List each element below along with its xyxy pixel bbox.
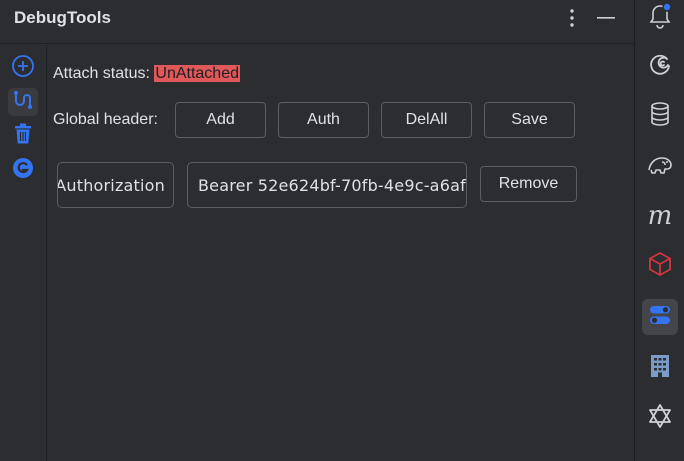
database-button[interactable] <box>642 98 678 134</box>
red-cube-tool-button[interactable] <box>642 248 678 284</box>
add-button[interactable] <box>8 54 38 82</box>
header-key-value: Authorization <box>57 176 165 195</box>
connect-button[interactable] <box>8 88 38 116</box>
delete-button[interactable] <box>8 122 38 150</box>
delete-all-button[interactable]: DelAll <box>381 102 472 138</box>
minimize-icon[interactable] <box>595 6 617 30</box>
attach-status-row: Attach status: UnAttached <box>53 65 240 83</box>
notifications-button[interactable] <box>642 0 678 36</box>
main-panel: Attach status: UnAttached Global header:… <box>48 45 633 461</box>
save-button[interactable]: Save <box>484 102 575 138</box>
connect-icon <box>12 89 34 116</box>
elephant-icon <box>646 152 674 181</box>
right-toolbar: m <box>634 0 684 461</box>
star-of-david-icon <box>647 403 673 434</box>
star-tool-button[interactable] <box>642 400 678 436</box>
elephant-tool-button[interactable] <box>642 148 678 184</box>
header-key-field[interactable]: Authorization <box>57 162 174 208</box>
swirl-tool-button[interactable] <box>642 48 678 84</box>
tool-window-title: DebugTools <box>14 8 111 27</box>
attach-status-badge: UnAttached <box>154 65 240 82</box>
m-tool-button[interactable]: m <box>642 198 678 234</box>
header-value-value: Bearer 52e624bf-70fb-4e9c-a6af <box>198 176 466 195</box>
header-value-field[interactable]: Bearer 52e624bf-70fb-4e9c-a6af <box>187 162 467 208</box>
debugtools-tool-button[interactable] <box>642 299 678 335</box>
debugtools-toggle-icon <box>648 303 672 332</box>
notifications-bell-icon <box>647 1 673 35</box>
database-icon <box>649 101 671 132</box>
swirl-icon <box>647 51 673 82</box>
add-header-button[interactable]: Add <box>175 102 266 138</box>
trash-icon <box>13 123 33 150</box>
github-icon <box>12 157 34 184</box>
global-header-label: Global header: <box>53 111 158 128</box>
left-toolbar <box>0 45 47 461</box>
github-button[interactable] <box>8 156 38 184</box>
remove-header-button[interactable]: Remove <box>480 166 577 202</box>
tool-window-header: DebugTools <box>0 0 634 44</box>
m-letter-icon: m <box>647 201 673 231</box>
red-cube-icon <box>648 251 672 282</box>
building-icon <box>649 353 671 384</box>
auth-button[interactable]: Auth <box>278 102 369 138</box>
vertical-ellipsis-icon[interactable] <box>561 6 583 30</box>
plus-circle-icon <box>11 54 35 83</box>
attach-status-label: Attach status: <box>53 65 150 82</box>
building-tool-button[interactable] <box>642 350 678 386</box>
